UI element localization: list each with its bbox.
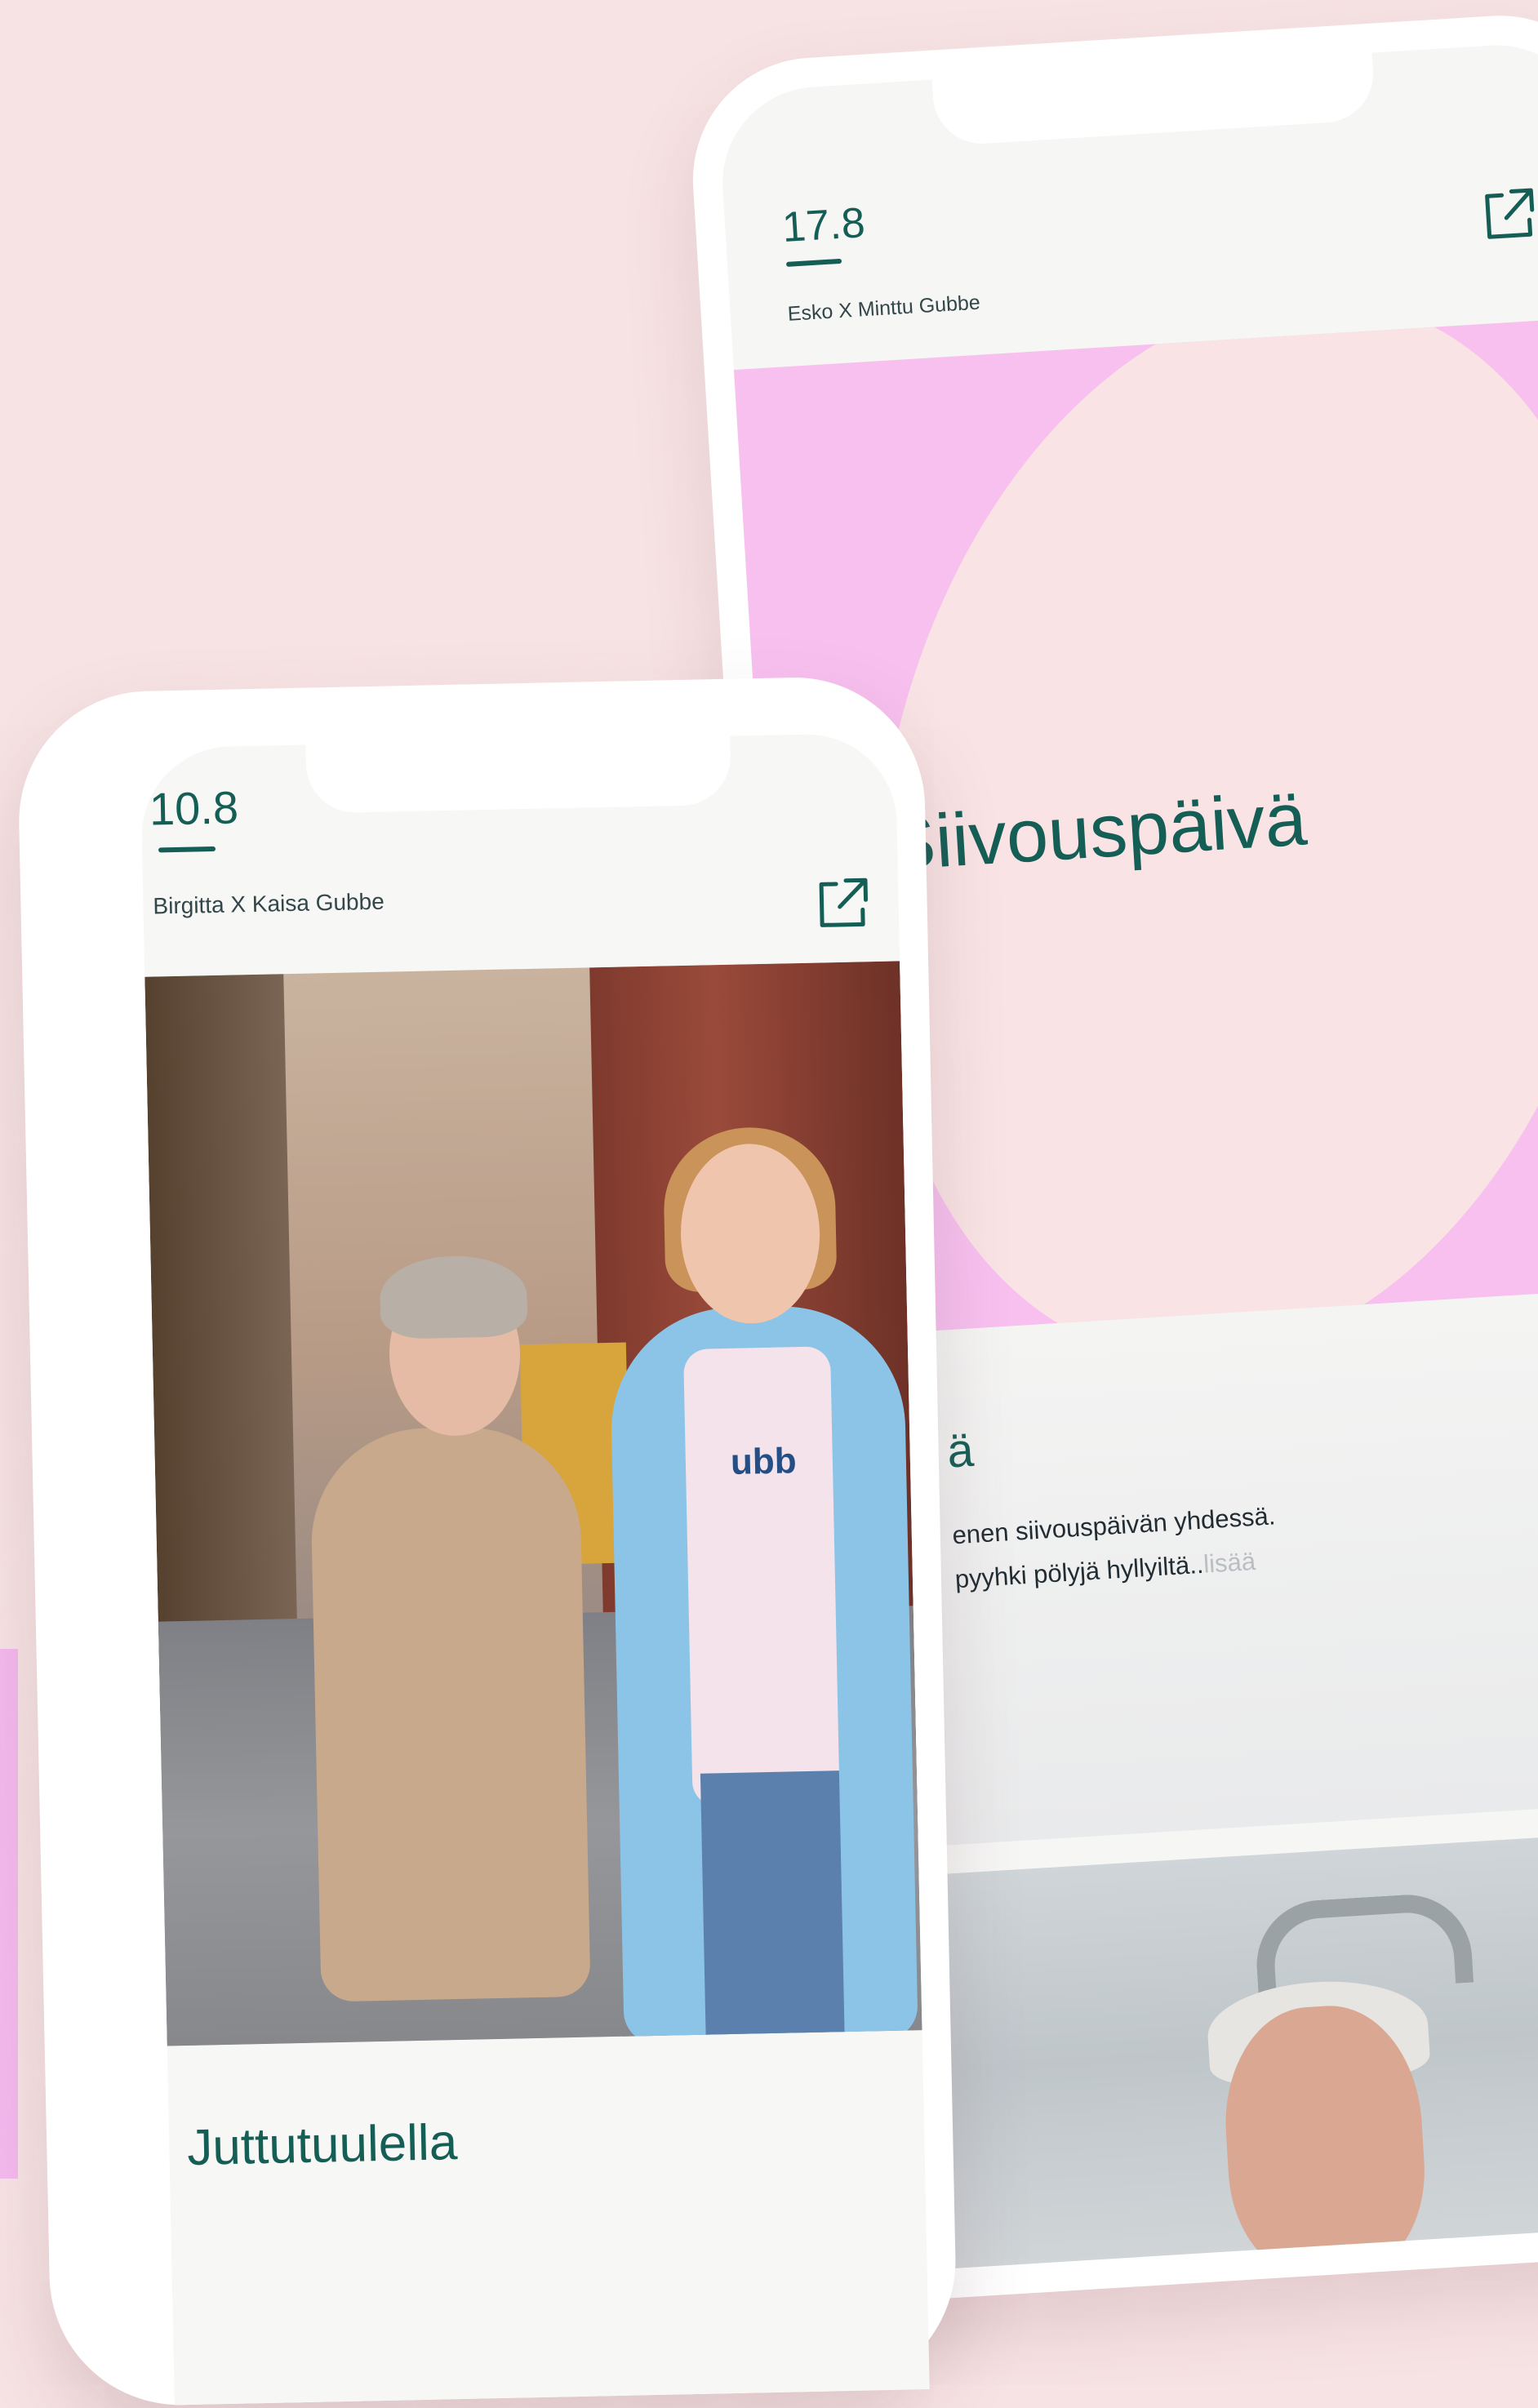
decorative-pink-strip [0,1649,18,2179]
card-description: enen siivouspäivän yhdessä. pyyhki pölyj… [951,1494,1279,1602]
young-woman-shirt [682,1346,840,1806]
photo-building-left [144,974,300,1712]
activity-date: 10.8 [149,781,239,835]
front-phone-screen: 10.8 Birgitta X Kaisa Gubbe ubb Juttutuu… [140,732,930,2406]
date-underline [785,258,842,267]
external-link-icon[interactable] [1477,184,1538,247]
phone-notch [304,735,731,814]
front-phone-mockup: 10.8 Birgitta X Kaisa Gubbe ubb Juttutuu… [16,674,958,2408]
activity-date: 17.8 [780,199,867,252]
activity-photo: ubb [144,961,922,2046]
elderly-woman-coat [309,1424,591,2002]
young-woman-jeans [700,1770,845,2043]
shirt-print: ubb [730,1441,798,1482]
elderly-woman-hair [379,1255,528,1340]
activity-title: Juttutuulella [186,2114,458,2176]
card-heading: ä [945,1423,976,1478]
external-link-icon[interactable] [811,873,873,935]
read-more-link[interactable]: lisää [1202,1547,1256,1579]
pair-names: Birgitta X Kaisa Gubbe [153,888,385,919]
date-underline [158,846,216,853]
phone-notch [931,52,1376,147]
pair-names: Esko X Minttu Gubbe [786,291,981,326]
car-grab-handle [1252,1890,1474,1996]
card-text-line-2-body: pyyhki pölyjä hyllyiltä.. [953,1549,1205,1594]
